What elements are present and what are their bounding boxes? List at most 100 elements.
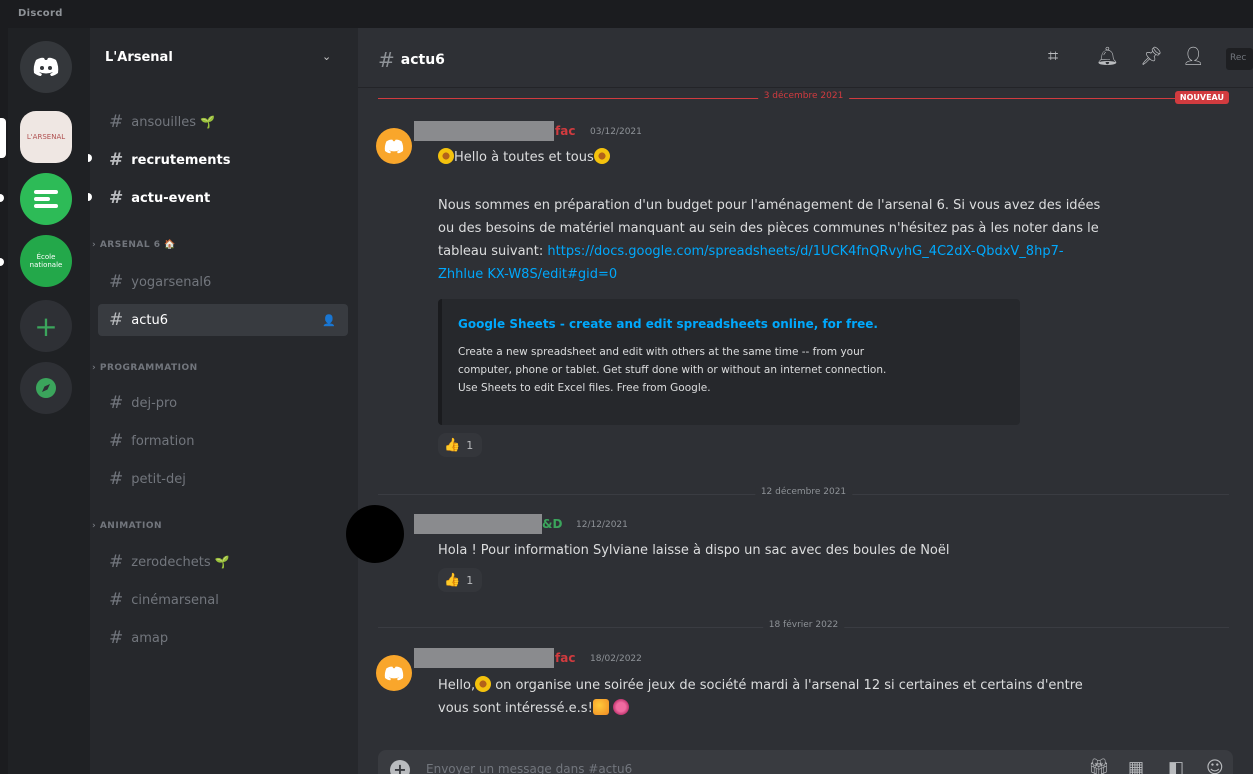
channel-cinemarsenal[interactable]: # cinémarsenal bbox=[98, 584, 348, 616]
server-ecole-nationale[interactable]: École nationale bbox=[20, 235, 72, 287]
hash-icon: # bbox=[109, 393, 124, 413]
date-divider: 18 février 2022 bbox=[378, 620, 1229, 630]
bell-icon[interactable]: 🔔︎ bbox=[1096, 46, 1119, 67]
link-embed: Google Sheets - create and edit spreadsh… bbox=[438, 299, 1020, 425]
reaction-thumbs-up[interactable]: 👍 1 bbox=[438, 433, 482, 457]
reaction-thumbs-up[interactable]: 👍 1 bbox=[438, 568, 482, 592]
guild-header[interactable]: L'Arsenal ⌄ bbox=[90, 28, 358, 88]
discord-logo-icon bbox=[33, 57, 59, 76]
channel-dej-pro[interactable]: # dej-pro bbox=[98, 387, 348, 419]
sheet-link[interactable]: https://docs.google.com/spreadsheets/d/1… bbox=[547, 244, 1063, 259]
threads-icon[interactable]: ⌗ bbox=[1048, 46, 1058, 67]
sheet-link-cont[interactable]: Zhhlue KX-W8S/edit#gid=0 bbox=[438, 267, 617, 282]
hash-icon: # bbox=[109, 150, 124, 170]
channel-yogarsenal6[interactable]: # yogarsenal6 bbox=[98, 266, 348, 298]
unread-dot bbox=[0, 194, 4, 202]
channel-formation[interactable]: # formation bbox=[98, 425, 348, 457]
search-input[interactable]: Rec bbox=[1226, 48, 1253, 70]
embed-description: Create a new spreadsheet and edit with o… bbox=[458, 346, 887, 394]
sprout-icon: 🌱 bbox=[214, 555, 230, 569]
gift-icon[interactable]: 🎁︎ bbox=[1088, 758, 1110, 774]
channel-zerodechets[interactable]: # zerodechets 🌱 bbox=[98, 546, 348, 578]
author-name[interactable]: fac bbox=[555, 651, 575, 665]
explore-servers-button[interactable] bbox=[20, 362, 72, 414]
plus-icon: + bbox=[34, 309, 58, 343]
date-divider: 12 décembre 2021 bbox=[378, 487, 1229, 497]
server-rail: L'ARSENAL École nationale + bbox=[0, 28, 90, 774]
sunflower-icon bbox=[475, 676, 492, 692]
embed-title[interactable]: Google Sheets - create and edit spreadsh… bbox=[458, 317, 1004, 331]
hash-icon: # bbox=[109, 590, 124, 610]
home-button[interactable] bbox=[20, 41, 72, 93]
unread-dot bbox=[88, 193, 92, 201]
thumbs-up-icon: 👍 bbox=[444, 572, 461, 588]
hash-icon: # bbox=[109, 310, 124, 330]
chat-header: # actu6 ⌗ 🔔︎ 📌︎ 👤︎ Rec bbox=[358, 28, 1253, 88]
channel-recrutements[interactable]: # recrutements bbox=[98, 144, 348, 176]
pin-icon[interactable]: 📌︎ bbox=[1140, 46, 1163, 67]
hash-icon: # bbox=[109, 431, 124, 451]
discord-logo-icon bbox=[384, 666, 404, 680]
guild-name: L'Arsenal bbox=[105, 50, 173, 65]
avatar[interactable] bbox=[376, 128, 412, 164]
active-server-pill bbox=[0, 118, 6, 158]
timestamp: 12/12/2021 bbox=[576, 520, 628, 530]
members-icon[interactable]: 👤︎ bbox=[1182, 46, 1205, 67]
new-badge: NOUVEAU bbox=[1174, 91, 1229, 104]
add-member-icon[interactable]: 👤 bbox=[322, 314, 336, 327]
hash-icon: # bbox=[109, 552, 124, 572]
compass-icon bbox=[36, 378, 56, 398]
message-composer[interactable]: + Envoyer un message dans #actu6 🎁︎ ▦ ◧ … bbox=[378, 750, 1233, 774]
bars-icon bbox=[34, 190, 58, 208]
category-programmation[interactable]: › PROGRAMMATION bbox=[92, 363, 198, 373]
discord-logo-icon bbox=[384, 139, 404, 153]
announcement-hash-icon: # bbox=[378, 48, 395, 72]
channel-ansouilles[interactable]: # ansouilles 🌱 bbox=[98, 106, 348, 138]
redacted-username bbox=[414, 514, 542, 534]
author-name[interactable]: fac bbox=[555, 124, 575, 138]
category-arsenal6[interactable]: › ARSENAL 6 🏠 bbox=[92, 240, 176, 250]
sprout-icon: 🌱 bbox=[200, 115, 215, 129]
thumbs-up-icon: 👍 bbox=[444, 437, 461, 453]
sunflower-icon bbox=[438, 148, 454, 164]
hash-icon: # bbox=[109, 272, 124, 292]
flower-icon bbox=[612, 699, 629, 715]
category-animation[interactable]: › ANIMATION bbox=[92, 521, 162, 531]
add-server-button[interactable]: + bbox=[20, 300, 72, 352]
message-line: Hello à toutes et tous bbox=[438, 146, 610, 169]
gif-icon[interactable]: ▦ bbox=[1128, 758, 1144, 774]
server-green[interactable] bbox=[20, 173, 72, 225]
hash-icon: # bbox=[109, 112, 124, 132]
author-name[interactable]: &D bbox=[542, 517, 562, 531]
new-messages-divider: 3 décembre 2021 NOUVEAU bbox=[378, 91, 1229, 104]
channel-sidebar: L'Arsenal ⌄ # ansouilles 🌱 # recrutement… bbox=[88, 28, 358, 774]
hash-icon: # bbox=[109, 628, 124, 648]
channel-actu6[interactable]: # actu6 👤 bbox=[98, 304, 348, 336]
channel-title: # actu6 bbox=[378, 48, 445, 72]
emoji-icon[interactable]: ☺ bbox=[1206, 758, 1224, 774]
date-label: 18 février 2022 bbox=[762, 620, 845, 630]
chat-area: # actu6 ⌗ 🔔︎ 📌︎ 👤︎ Rec 3 décembre 2021 N… bbox=[346, 28, 1253, 774]
attach-plus-icon[interactable]: + bbox=[390, 760, 410, 774]
channel-actu-event[interactable]: # actu-event bbox=[98, 182, 348, 214]
avatar[interactable] bbox=[376, 655, 412, 691]
date-label: 12 décembre 2021 bbox=[754, 487, 853, 497]
unread-dot bbox=[88, 154, 92, 162]
party-icon bbox=[592, 699, 609, 715]
sunflower-icon bbox=[593, 148, 610, 164]
sticker-icon[interactable]: ◧ bbox=[1168, 758, 1184, 774]
window-titlebar: Discord bbox=[0, 0, 1253, 28]
avatar[interactable] bbox=[346, 505, 404, 563]
channel-petit-dej[interactable]: # petit-dej bbox=[98, 463, 348, 495]
message-line: Hola ! Pour information Sylviane laisse … bbox=[438, 543, 950, 558]
unread-dot bbox=[0, 258, 4, 266]
message-input[interactable]: Envoyer un message dans #actu6 bbox=[426, 762, 632, 774]
channel-amap[interactable]: # amap bbox=[98, 622, 348, 654]
hash-icon: # bbox=[109, 469, 124, 489]
message-body: Nous sommes en préparation d'un budget p… bbox=[438, 198, 1101, 282]
timestamp: 18/02/2022 bbox=[590, 654, 642, 664]
redacted-username bbox=[414, 648, 554, 668]
window-title: Discord bbox=[18, 8, 63, 19]
redacted-username bbox=[414, 121, 554, 141]
server-arsenal[interactable]: L'ARSENAL bbox=[20, 111, 72, 163]
